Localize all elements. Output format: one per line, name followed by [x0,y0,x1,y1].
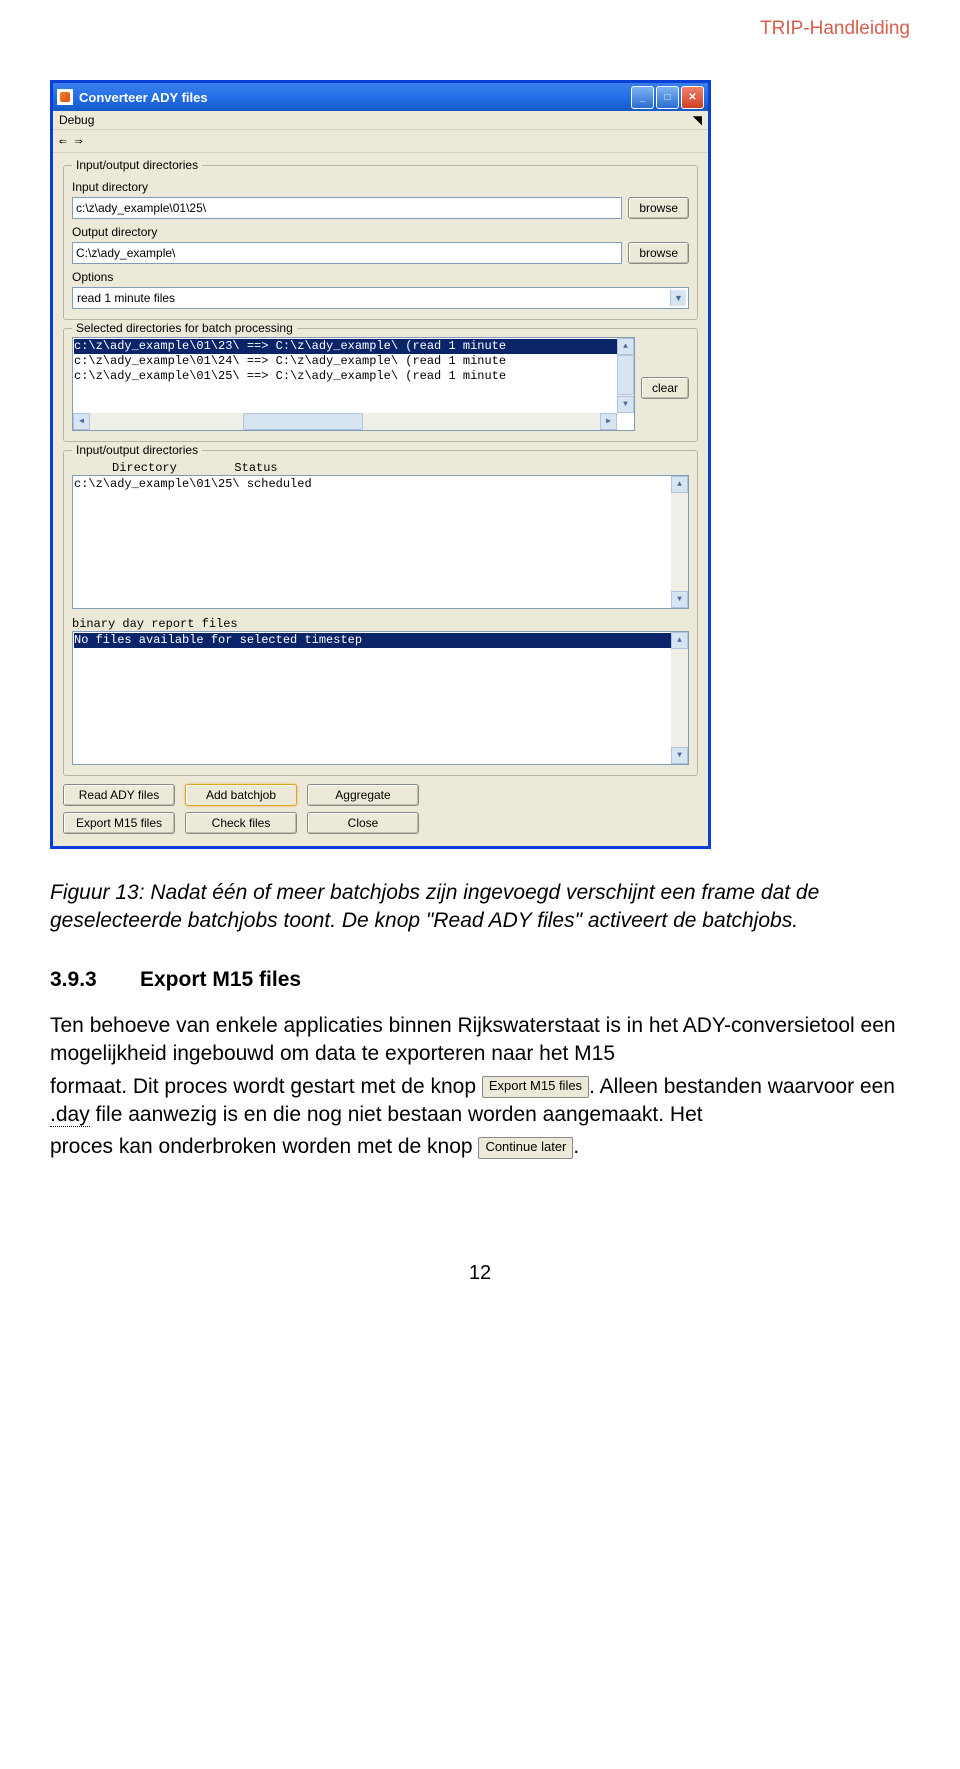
batch-row[interactable]: c:\z\ady_example\01\24\ ==> C:\z\ady_exa… [74,354,633,369]
batch-row-selected[interactable]: c:\z\ady_example\01\23\ ==> C:\z\ady_exa… [74,339,633,354]
maximize-button[interactable]: □ [656,86,679,109]
check-files-button[interactable]: Check files [185,812,297,834]
scroll-left-icon[interactable]: ◀ [73,413,90,430]
io-directories-legend: Input/output directories [72,158,202,172]
status-table-header: Directory Status [72,459,689,475]
day-extension: .day [50,1103,90,1127]
action-buttons: Read ADY files Add batchjob Aggregate Ex… [63,784,698,834]
vertical-scrollbar[interactable]: ▲ ▼ [617,338,634,413]
horizontal-scrollbar[interactable]: ◀ ▶ [73,413,617,430]
chevron-down-icon: ▼ [670,290,686,306]
options-select[interactable]: read 1 minute files ▼ [72,287,689,309]
add-batchjob-button[interactable]: Add batchjob [185,784,297,806]
close-app-button[interactable]: Close [307,812,419,834]
clear-button[interactable]: clear [641,377,689,399]
io-directories-group: Input/output directories Input directory… [63,165,698,320]
scroll-down-icon[interactable]: ▼ [671,591,688,608]
vertical-scrollbar[interactable]: ▲ ▼ [671,476,688,608]
input-dir-label: Input directory [72,180,689,194]
status-listbox[interactable]: c:\z\ady_example\01\25\ scheduled ▲ ▼ [72,475,689,609]
scroll-down-icon[interactable]: ▼ [617,396,634,413]
scroll-right-icon[interactable]: ▶ [600,413,617,430]
options-value: read 1 minute files [77,291,175,305]
titlebar: Converteer ADY files _ □ ✕ [53,83,708,111]
figure-caption: Figuur 13: Nadat één of meer batchjobs z… [50,879,910,936]
inline-continue-button: Continue later [478,1137,573,1159]
document-header: TRIP-Handleiding [760,18,910,40]
app-icon [57,89,73,105]
paragraph: Ten behoeve van enkele applicaties binne… [50,1012,910,1069]
status-row[interactable]: c:\z\ady_example\01\25\ scheduled [74,477,687,492]
close-button[interactable]: ✕ [681,86,704,109]
menu-debug[interactable]: Debug [59,113,94,127]
input-dir-field[interactable] [72,197,622,219]
binary-files-label: binary day report files [72,617,689,631]
batch-listbox[interactable]: c:\z\ady_example\01\23\ ==> C:\z\ady_exa… [72,337,635,431]
inline-export-button: Export M15 files [482,1076,589,1098]
scroll-up-icon[interactable]: ▲ [617,338,634,355]
scroll-up-icon[interactable]: ▲ [671,476,688,493]
content-area: Input/output directories Input directory… [53,153,708,846]
minimize-button[interactable]: _ [631,86,654,109]
binary-listbox[interactable]: No files available for selected timestep… [72,631,689,765]
export-m15-button[interactable]: Export M15 files [63,812,175,834]
batch-row[interactable]: c:\z\ady_example\01\25\ ==> C:\z\ady_exa… [74,369,633,384]
menu-bar: Debug ◥ [53,111,708,130]
scroll-up-icon[interactable]: ▲ [671,632,688,649]
page-number: 12 [50,1262,910,1285]
options-label: Options [72,270,689,284]
section-heading: 3.9.3Export M15 files [50,966,910,994]
nav-arrows-icon[interactable]: ⇐ ⇒ [59,134,82,149]
browse-input-button[interactable]: browse [628,197,689,219]
output-dir-field[interactable] [72,242,622,264]
nofiles-row: No files available for selected timestep [74,633,687,648]
read-ady-button[interactable]: Read ADY files [63,784,175,806]
status-group: Input/output directories Directory Statu… [63,450,698,776]
status-legend: Input/output directories [72,443,202,457]
paragraph: proces kan onderbroken worden met de kno… [50,1133,910,1161]
scroll-down-icon[interactable]: ▼ [671,747,688,764]
aggregate-button[interactable]: Aggregate [307,784,419,806]
batch-group: Selected directories for batch processin… [63,328,698,442]
app-window: Converteer ADY files _ □ ✕ Debug ◥ ⇐ ⇒ I… [50,80,711,849]
paragraph: formaat. Dit proces wordt gestart met de… [50,1073,910,1130]
document-body: Figuur 13: Nadat één of meer batchjobs z… [50,879,910,1162]
vertical-scrollbar[interactable]: ▲ ▼ [671,632,688,764]
output-dir-label: Output directory [72,225,689,239]
batch-legend: Selected directories for batch processin… [72,321,297,335]
nav-toolbar: ⇐ ⇒ [53,130,708,153]
browse-output-button[interactable]: browse [628,242,689,264]
window-title: Converteer ADY files [79,90,631,105]
menu-overflow-icon[interactable]: ◥ [693,113,702,127]
